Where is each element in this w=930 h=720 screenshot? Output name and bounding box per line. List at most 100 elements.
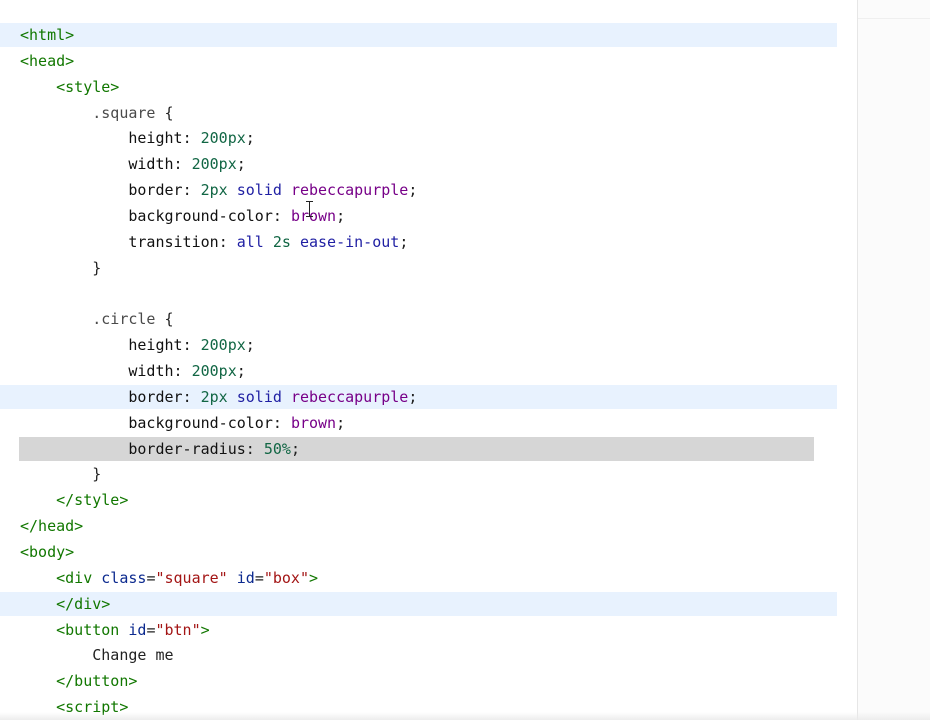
code-token-attr: class: [101, 568, 147, 587]
code-line[interactable]: height: 200px;: [20, 332, 255, 358]
code-token-punc: :: [182, 387, 201, 406]
code-line[interactable]: </style>: [20, 487, 128, 513]
code-line[interactable]: }: [20, 461, 101, 487]
active-line-highlight: [0, 23, 837, 47]
code-token-tag: </div>: [56, 594, 111, 613]
right-side-panel: [858, 0, 930, 720]
code-line[interactable]: background-color: brown;: [20, 203, 345, 229]
code-line[interactable]: border-radius: 50%;: [20, 436, 300, 462]
code-token-prop: height: [128, 336, 183, 355]
code-line[interactable]: <div class="square" id="box">: [20, 565, 318, 591]
code-token-tag: <html>: [20, 26, 75, 44]
code-token-tag: </head>: [20, 517, 84, 536]
code-token-kw: solid: [236, 387, 282, 406]
code-token-num: 200px: [191, 362, 237, 381]
code-token-prop: border-radius: [128, 439, 246, 458]
code-token-col: rebeccapurple: [290, 387, 409, 406]
code-line[interactable]: <html>: [20, 22, 74, 48]
code-token-num: 200px: [200, 129, 246, 148]
code-line[interactable]: width: 200px;: [20, 151, 246, 177]
code-token-punc: {: [155, 310, 174, 329]
code-token-punc: ;: [236, 362, 246, 381]
text-cursor-icon: [306, 201, 313, 217]
code-token-str: "btn": [155, 620, 201, 639]
code-token-tag: </style>: [56, 491, 129, 510]
code-token-punc: ;: [408, 387, 418, 406]
code-editor[interactable]: <html> <head> <style> .square { height: 2…: [0, 0, 858, 720]
code-token-attr: id: [128, 620, 147, 639]
code-line[interactable]: .circle {: [20, 306, 174, 332]
code-token-prop: width: [128, 155, 174, 174]
code-token-punc: }: [92, 465, 102, 484]
code-token-punc: :: [182, 336, 201, 355]
code-token-punc: ;: [408, 181, 418, 200]
code-token-num: 2px: [200, 181, 228, 200]
code-token-prop: background-color: [128, 206, 273, 225]
code-line[interactable]: <body>: [20, 539, 74, 565]
code-line[interactable]: border: 2px solid rebeccapurple;: [20, 384, 417, 410]
code-token-num: 200px: [191, 155, 237, 174]
code-token-punc: ;: [245, 129, 255, 148]
code-token-num: 50%: [263, 439, 291, 458]
code-token-kw: solid: [236, 181, 282, 200]
bottom-edge-shadow: [0, 712, 930, 720]
code-token-punc: :: [173, 155, 192, 174]
code-line[interactable]: <head>: [20, 48, 74, 74]
code-line[interactable]: border: 2px solid rebeccapurple;: [20, 177, 417, 203]
code-token-prop: background-color: [128, 413, 273, 432]
code-line[interactable]: </head>: [20, 513, 83, 539]
code-token-col: rebeccapurple: [290, 181, 409, 200]
code-token-punc: ;: [236, 155, 246, 174]
code-token-punc: ;: [245, 336, 255, 355]
code-token-num: 2s: [272, 232, 291, 251]
code-line[interactable]: width: 200px;: [20, 358, 246, 384]
code-token-punc: :: [182, 129, 201, 148]
code-token-prop: height: [128, 129, 183, 148]
code-token-tag: >: [309, 568, 319, 587]
code-line[interactable]: Change me: [20, 642, 173, 668]
code-token-punc: :: [173, 362, 192, 381]
code-line[interactable]: </div>: [20, 591, 110, 617]
code-line[interactable]: <style>: [20, 74, 119, 100]
code-token-kw: ease-in-out: [299, 232, 400, 251]
code-token-col: brown: [290, 413, 337, 432]
code-token-kw: all: [236, 232, 264, 251]
code-line[interactable]: </button>: [20, 668, 137, 694]
code-line[interactable]: background-color: brown;: [20, 410, 345, 436]
code-token-tag: </button>: [56, 672, 138, 691]
code-token-punc: }: [92, 258, 102, 277]
code-token-tag: <div: [56, 568, 102, 587]
code-line[interactable]: <button id="btn">: [20, 617, 210, 643]
code-token-punc: :: [245, 439, 264, 458]
code-line[interactable]: }: [20, 255, 101, 281]
code-token-punc: ;: [290, 439, 300, 458]
code-line[interactable]: transition: all 2s ease-in-out;: [20, 229, 408, 255]
code-token-sel: .square: [92, 103, 156, 122]
code-token-prop: border: [128, 181, 183, 200]
code-token-attr: id: [236, 568, 255, 587]
code-token-tag: <head>: [20, 51, 75, 70]
code-line[interactable]: .square {: [20, 100, 173, 126]
code-token-prop: border: [128, 387, 183, 406]
code-token-num: 200px: [200, 336, 246, 355]
code-line[interactable]: height: 200px;: [20, 125, 255, 151]
code-token-tag: >: [200, 620, 210, 639]
active-line-highlight: [0, 591, 837, 616]
code-token-punc: :: [272, 206, 291, 225]
